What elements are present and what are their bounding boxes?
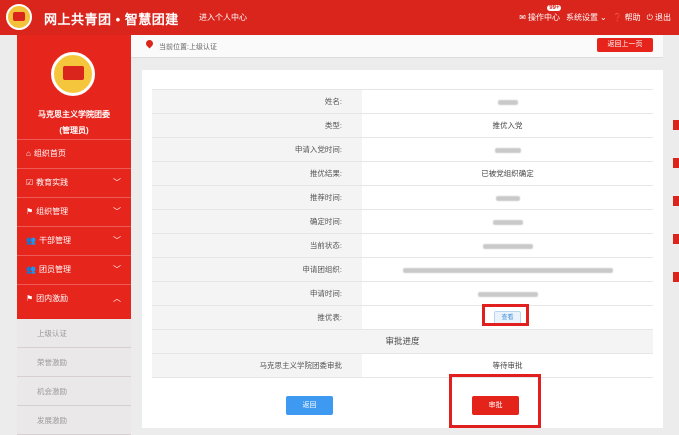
- chevron-down-icon: ﹀: [113, 178, 121, 187]
- mail-icon: ✉: [519, 13, 526, 22]
- row-value: 推优入党: [492, 121, 523, 130]
- row-label: 姓名:: [152, 90, 362, 113]
- app-title: 网上共青团 • 智慧团建: [44, 12, 179, 27]
- row-label: 申请入党时间:: [152, 138, 362, 161]
- detail-panel: 姓名: 类型: 推优入党 申请入党时间: 推优结果: 已被党组织确定 推荐时间:…: [142, 70, 663, 428]
- row-value-redacted: [362, 234, 653, 257]
- sidebar-subitem-development[interactable]: 发展激励: [17, 406, 131, 435]
- edge-tabs: [673, 120, 679, 320]
- breadcrumb: 当前位置:上级认证 返回上一页: [131, 35, 663, 58]
- row-label: 类型:: [152, 114, 362, 137]
- row-label: 推优表:: [152, 306, 362, 329]
- row-label: 推荐时间:: [152, 186, 362, 209]
- org-name: 马克思主义学院团委: [38, 110, 110, 119]
- table-row: 当前状态:: [152, 234, 653, 258]
- row-value-redacted: [362, 138, 653, 161]
- sidebar-item-label: 教育实践: [36, 178, 69, 187]
- location-pin-icon: [144, 38, 155, 49]
- row-label: 当前状态:: [152, 234, 362, 257]
- chevron-down-icon: ﹀: [113, 265, 121, 274]
- sidebar-item-member-management[interactable]: 👥 团员管理 ﹀: [17, 255, 131, 283]
- highlight-box: [449, 374, 541, 428]
- sidebar-item-home[interactable]: ⌂ 组织首页: [17, 139, 131, 167]
- sidebar-item-label: 组织管理: [36, 207, 69, 216]
- chevron-up-icon: ︿: [113, 294, 121, 303]
- table-row: 推优结果: 已被党组织确定: [152, 162, 653, 186]
- check-icon: ☑: [26, 178, 34, 187]
- row-value-redacted: [362, 210, 653, 233]
- top-right-menu: ✉ 操作中心 99+ 系统设置 ⌄ ❓ 帮助 ⏻ 退出: [519, 5, 671, 23]
- sidebar-item-label: 团员管理: [38, 265, 71, 274]
- row-label: 申请团组织:: [152, 258, 362, 281]
- progress-org: 马克思主义学院团委审批: [152, 354, 362, 377]
- table-row: 申请时间:: [152, 282, 653, 306]
- sidebar-item-education[interactable]: ☑ 教育实践 ﹀: [17, 168, 131, 196]
- league-emblem: [51, 52, 95, 96]
- personal-center-link[interactable]: 进入个人中心: [199, 12, 247, 23]
- return-button[interactable]: 返回: [286, 396, 333, 415]
- row-value-redacted: [362, 258, 653, 281]
- home-icon: ⌂: [26, 149, 31, 158]
- sidebar-item-cadre-management[interactable]: 👥 干部管理 ﹀: [17, 226, 131, 254]
- highlight-box: [482, 304, 529, 326]
- sidebar-subitem-honor[interactable]: 荣誉激励: [17, 348, 131, 377]
- chevron-down-icon: ﹀: [113, 207, 121, 216]
- users-icon: 👥: [26, 236, 36, 245]
- sidebar-subitem-superior-cert[interactable]: 上级认证: [17, 319, 131, 348]
- sidebar-subitem-opportunity[interactable]: 机会激励: [17, 377, 131, 406]
- sidebar-item-incentive[interactable]: ⚑ 团内激励 ︿: [17, 284, 131, 312]
- help-button[interactable]: ❓ 帮助: [613, 12, 641, 23]
- row-label: 推优结果:: [152, 162, 362, 185]
- progress-section-title: 审批进度: [152, 330, 653, 354]
- row-label: 申请时间:: [152, 282, 362, 305]
- row-value-redacted: [362, 282, 653, 305]
- detail-table: 姓名: 类型: 推优入党 申请入党时间: 推优结果: 已被党组织确定 推荐时间:…: [152, 89, 653, 378]
- help-icon: ❓: [612, 13, 623, 22]
- ops-center-button[interactable]: ✉ 操作中心 99+: [519, 5, 562, 23]
- row-label: 确定时间:: [152, 210, 362, 233]
- table-row: 推荐时间:: [152, 186, 653, 210]
- sidebar: 马克思主义学院团委 (管理员) ⌂ 组织首页 ☑ 教育实践 ﹀ ⚑ 组织管理 ﹀…: [17, 35, 131, 435]
- row-value-redacted: [362, 186, 653, 209]
- settings-button[interactable]: 系统设置 ⌄: [566, 12, 607, 23]
- chevron-down-icon: ﹀: [113, 236, 121, 245]
- breadcrumb-text: 当前位置:上级认证: [159, 44, 217, 51]
- sidebar-item-org-management[interactable]: ⚑ 组织管理 ﹀: [17, 197, 131, 225]
- sidebar-item-label: 团内激励: [36, 294, 69, 303]
- table-row: 确定时间:: [152, 210, 653, 234]
- logout-button[interactable]: ⏻ 退出: [647, 12, 671, 23]
- users-icon: 👥: [26, 265, 36, 274]
- help-label: 帮助: [624, 13, 641, 22]
- table-row: 类型: 推优入党: [152, 114, 653, 138]
- user-role: (管理员): [59, 126, 89, 135]
- table-row: 申请团组织:: [152, 258, 653, 282]
- logout-label: 退出: [655, 13, 671, 22]
- top-bar: 网上共青团 • 智慧团建 进入个人中心 ✉ 操作中心 99+ 系统设置 ⌄ ❓ …: [0, 0, 679, 35]
- settings-label: 系统设置: [566, 13, 598, 22]
- org-icon: ⚑: [26, 207, 34, 216]
- table-row: 马克思主义学院团委审批 等待审批: [152, 354, 653, 378]
- row-value-redacted: [362, 90, 653, 113]
- row-value: 已被党组织确定: [481, 169, 534, 178]
- org-icon: ⚑: [26, 294, 34, 303]
- chevron-down-icon: ⌄: [600, 13, 607, 22]
- power-icon: ⏻: [646, 12, 653, 22]
- table-row: 申请入党时间:: [152, 138, 653, 162]
- back-button[interactable]: 返回上一页: [597, 38, 653, 52]
- sidebar-item-label: 干部管理: [38, 236, 71, 245]
- table-row: 姓名:: [152, 90, 653, 114]
- table-row: 推优表: 查看: [152, 306, 653, 330]
- youth-league-logo: [6, 4, 32, 30]
- sidebar-item-label: 组织首页: [33, 149, 66, 158]
- ops-center-label: 操作中心: [528, 13, 560, 22]
- notification-badge: 99+: [547, 5, 562, 11]
